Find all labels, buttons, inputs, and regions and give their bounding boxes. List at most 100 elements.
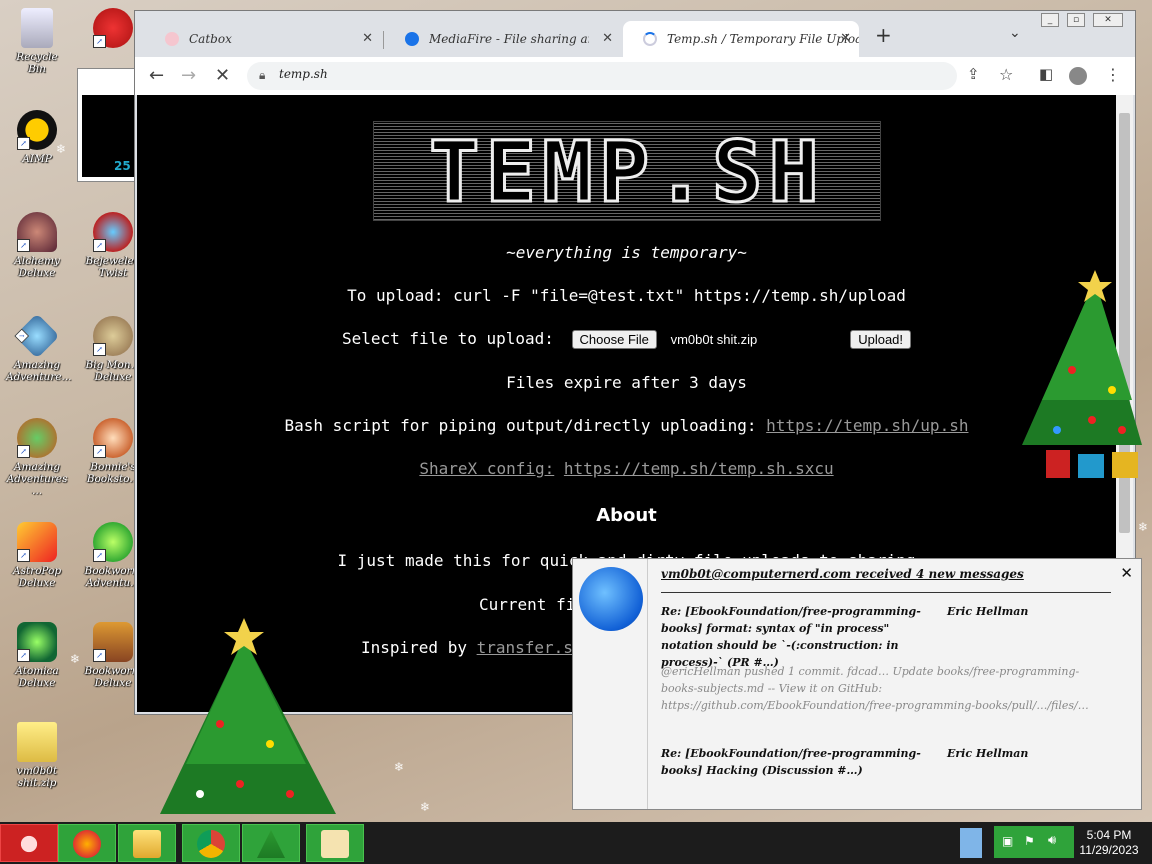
firefox-icon [73,830,101,858]
taskbar-chrome[interactable] [182,824,240,862]
select-file-label: Select file to upload: [341,329,554,348]
start-button[interactable] [0,824,58,862]
about-heading: About [596,505,657,526]
zip-folder-icon [17,722,57,762]
zip-file-label: vm0b0t shit.zip [16,765,58,789]
bookmark-star-icon[interactable]: ☆ [999,65,1013,84]
profile-avatar-icon[interactable] [1069,67,1087,85]
mediafire-favicon-icon [405,32,419,46]
bejeweled-label: Bejeweled Twist [85,255,141,279]
widget-number: 25 [114,159,131,173]
desktop-icon-alchemy[interactable]: ↗ Alchemy Deluxe [6,212,68,279]
tab-search-chevron-icon[interactable]: ⌄ [1009,25,1021,41]
diamond-icon: ↗ [14,313,60,359]
desktop-icon-astropop[interactable]: ↗ AstroPop Deluxe [6,522,68,589]
upload-command: To upload: curl -F "file=@test.txt" http… [347,286,906,305]
back-arrow-icon[interactable]: ← [149,65,164,86]
message-sender: Eric Hellman [947,605,1029,618]
desktop-icon-zip-file[interactable]: vm0b0t shit.zip [6,722,68,789]
close-icon[interactable]: ✕ [1120,564,1133,582]
tab-catbox[interactable]: Catbox ✕ [145,21,381,57]
stop-loading-icon[interactable]: ✕ [215,65,230,86]
bash-script-line: Bash script for piping output/directly u… [137,416,1116,435]
address-bar[interactable]: 🔒︎ temp.sh [247,62,957,90]
shortcut-arrow-icon: ↗ [17,239,30,252]
bookworm-icon: ↗ [93,522,133,562]
folder-icon [133,830,161,858]
taskbar-ningpo[interactable] [306,824,364,862]
loading-spinner-icon [643,32,657,46]
share-icon[interactable]: ⇪ [967,65,980,83]
desktop-icon-aimp[interactable]: ↗ AIMP [6,110,68,165]
upload-button[interactable]: Upload! [850,330,912,349]
desktop-icon-amazing-adventures[interactable]: ↗ Amazing Adventure... [6,313,71,383]
expire-text: Files expire after 3 days [506,373,747,392]
christmas-tree-icon [160,618,336,814]
network-icon[interactable]: ▣ [1002,834,1013,848]
flag-icon[interactable]: ⚑ [1024,834,1035,848]
snowflake-icon: ❄ [420,800,431,814]
thunderbird-icon [579,567,643,631]
amazing-adventures-2-label: Amazing Adventures ... [6,461,68,497]
tab-title: MediaFire - File sharing and storage m [429,32,589,46]
catbox-favicon-icon [165,32,179,46]
volume-icon[interactable]: 🔊︎ [1048,833,1056,848]
taskbar: ▣ ⚑ 🔊︎ 5:04 PM 11/29/2023 [0,822,1152,864]
shortcut-arrow-icon: ↗ [14,328,30,344]
current-label: Current fi [479,595,576,614]
minimize-button[interactable]: _ [1041,13,1059,27]
desktop-icon-atomica[interactable]: ↗ Atomica Deluxe [6,622,68,689]
desktop-icon-amazing-adventures-2[interactable]: ↗ Amazing Adventures ... [6,418,68,497]
sharex-label-link[interactable]: ShareX config: [419,459,554,478]
snowflake-icon: ❄ [1138,520,1149,534]
sharex-line: ShareX config: https://temp.sh/temp.sh.s… [137,459,1116,478]
tab-title: Temp.sh / Temporary File Upload [667,32,859,46]
side-panel-icon[interactable]: ◧ [1039,65,1053,83]
system-tray: ▣ ⚑ 🔊︎ [994,826,1074,858]
message-subject: Re: [EbookFoundation/free-programming-bo… [661,747,921,777]
close-tab-icon[interactable]: ✕ [602,21,613,57]
recycle-bin-icon[interactable]: Recycle Bin [6,8,68,75]
maximize-button[interactable]: ▫ [1067,13,1085,27]
taskbar-christmas-tree[interactable] [242,824,300,862]
forward-arrow-icon[interactable]: → [181,65,196,86]
shortcut-arrow-icon: ↗ [93,445,106,458]
new-tab-button[interactable]: + [875,23,892,47]
app-icon: ↗ [93,8,133,48]
santa-icon [15,830,43,858]
message-subject: Re: [EbookFoundation/free-programming-bo… [661,605,921,669]
taskbar-file-explorer[interactable] [118,824,176,862]
book-icon: ↗ [93,622,133,662]
taskbar-firefox[interactable] [58,824,116,862]
close-window-button[interactable]: ✕ [1093,13,1123,27]
menu-kebab-icon[interactable]: ⋮ [1105,65,1121,84]
message-item[interactable]: Re: [EbookFoundation/free-programming-bo… [661,745,1111,779]
upload-form: Select file to upload: Choose File vm0b0… [137,329,1116,349]
shortcut-arrow-icon: ↗ [93,549,106,562]
sharex-config-link[interactable]: https://temp.sh/temp.sh.sxcu [564,459,834,478]
tab-temp-sh[interactable]: Temp.sh / Temporary File Upload ✕ [623,21,859,57]
logo-text: TEMP.SH [427,123,825,221]
show-desktop-icon[interactable] [960,828,982,858]
thunderbird-notification[interactable]: vm0b0t@computernerd.com received 4 new m… [572,558,1142,810]
chrome-icon [197,830,225,858]
inspired-link[interactable]: transfer.s [477,638,573,657]
bash-label: Bash script for piping output/directly u… [284,416,757,435]
message-item[interactable]: Re: [EbookFoundation/free-programming-bo… [661,603,1111,671]
clock-date: 11/29/2023 [1079,843,1139,857]
money-bag-icon: ↗ [93,316,133,356]
chosen-file-name: vm0b0t shit.zip [670,332,758,347]
bash-script-link[interactable]: https://temp.sh/up.sh [766,416,968,435]
tab-mediafire[interactable]: MediaFire - File sharing and storage m ✕ [385,21,621,57]
alchemy-label: Alchemy Deluxe [14,255,60,279]
tab-separator [383,31,384,49]
snowflake-icon: ❄ [70,652,81,666]
clock[interactable]: 5:04 PM 11/29/2023 [1076,828,1142,858]
astropop-icon: ↗ [17,522,57,562]
lock-icon[interactable]: 🔒︎ [259,68,265,83]
close-tab-icon[interactable]: ✕ [840,21,851,57]
bejeweled-icon: ↗ [93,212,133,252]
close-tab-icon[interactable]: ✕ [362,21,373,57]
choose-file-button[interactable]: Choose File [571,330,657,349]
divider [661,592,1111,593]
